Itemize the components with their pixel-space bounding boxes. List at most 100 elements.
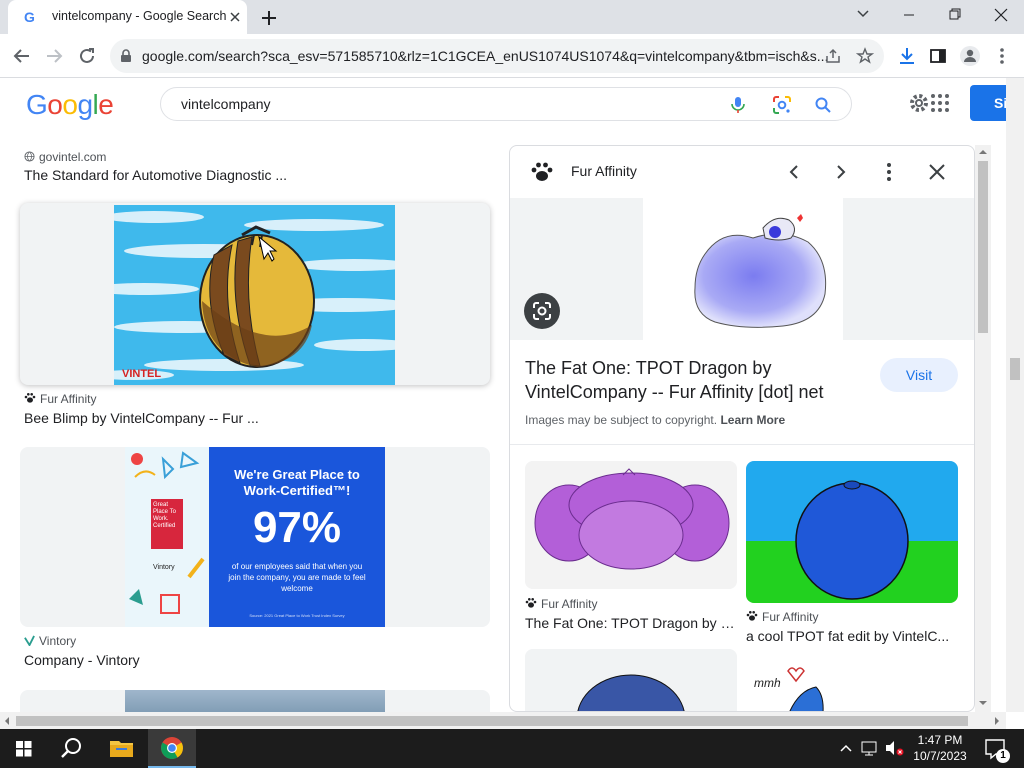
tab-close-icon[interactable] — [227, 9, 243, 25]
google-favicon-icon: G — [22, 9, 38, 25]
address-bar[interactable]: google.com/search?sca_esv=571585710&rlz=… — [110, 39, 884, 73]
panel-scrollbar[interactable] — [975, 145, 991, 712]
notification-center-icon[interactable]: 1 — [980, 729, 1010, 768]
ad-percent: 97% — [252, 503, 342, 552]
system-clock[interactable]: 1:47 PM 10/7/2023 — [908, 732, 972, 764]
ad-body: of our employees said that when you join… — [228, 562, 366, 593]
file-explorer-icon[interactable] — [98, 729, 146, 768]
related-source[interactable]: Fur Affinity — [525, 597, 597, 611]
preview-title[interactable]: The Fat One: TPOT Dragon by VintelCompan… — [525, 356, 865, 404]
side-panel-icon[interactable] — [924, 42, 952, 70]
restore-button[interactable] — [932, 0, 978, 30]
preview-image-strip — [510, 198, 974, 340]
clock-date: 10/7/2023 — [913, 749, 967, 763]
menu-kebab-icon[interactable] — [988, 42, 1016, 70]
related-title[interactable]: The Fat One: TPOT Dragon by V... — [525, 615, 737, 631]
certified-badge: Great Place To Work. Certified — [151, 499, 183, 549]
close-panel-icon[interactable] — [925, 160, 949, 184]
related-image[interactable] — [525, 649, 737, 711]
scroll-up-arrow-icon[interactable] — [978, 149, 988, 155]
related-image[interactable]: mmh — [746, 661, 958, 711]
lock-icon[interactable] — [120, 49, 132, 63]
image-results-column: govintel.com The Standard for Automotive… — [0, 130, 505, 712]
result-source-label: Fur Affinity — [40, 392, 97, 406]
copyright-notice: Images may be subject to copyright. Lear… — [525, 413, 785, 427]
paw-icon — [24, 392, 36, 404]
horizontal-scrollbar-thumb[interactable] — [16, 716, 968, 726]
logo-letter: e — [98, 89, 114, 120]
result-title[interactable]: The Standard for Automotive Diagnostic .… — [24, 167, 287, 183]
profile-icon[interactable] — [956, 42, 984, 70]
visit-button[interactable]: Visit — [880, 358, 958, 392]
start-button[interactable] — [0, 729, 48, 768]
horizontal-scrollbar[interactable] — [0, 712, 1006, 729]
result-thumbnail[interactable]: VINTEL — [20, 203, 490, 385]
search-query[interactable]: vintelcompany — [181, 96, 271, 112]
url-text[interactable]: google.com/search?sca_esv=571585710&rlz=… — [142, 48, 832, 64]
forward-button[interactable] — [40, 42, 68, 70]
result-source[interactable]: Vintory — [24, 634, 76, 648]
panel-header: Fur Affinity — [510, 146, 974, 198]
related-image[interactable] — [746, 461, 958, 603]
tray-chevron-icon[interactable] — [836, 729, 856, 768]
network-icon[interactable] — [858, 729, 882, 768]
result-thumbnail[interactable]: Great Place To Work. Certified Vintory W… — [20, 447, 490, 627]
back-button[interactable] — [8, 42, 36, 70]
search-icon[interactable] — [814, 96, 832, 114]
sky-image[interactable] — [125, 690, 385, 712]
more-options-icon[interactable] — [877, 160, 901, 184]
previous-image-icon[interactable] — [782, 160, 806, 184]
result-source[interactable]: govintel.com — [24, 150, 106, 164]
paw-icon — [525, 598, 537, 608]
scroll-left-arrow-icon[interactable] — [4, 716, 10, 726]
panel-scrollbar-thumb[interactable] — [978, 161, 988, 333]
vintory-image-left: Great Place To Work. Certified Vintory — [125, 447, 209, 627]
globe-icon — [24, 151, 35, 162]
related-image[interactable] — [525, 461, 737, 589]
volume-muted-icon[interactable] — [882, 729, 906, 768]
related-title[interactable]: a cool TPOT fat edit by VintelC... — [746, 628, 958, 644]
minimize-button[interactable] — [886, 0, 932, 30]
google-apps-icon[interactable] — [930, 93, 950, 113]
related-source-label: Fur Affinity — [762, 610, 819, 624]
settings-gear-icon[interactable] — [908, 92, 930, 114]
google-logo[interactable]: Google — [26, 89, 114, 121]
clock-time: 1:47 PM — [917, 733, 963, 747]
close-window-button[interactable] — [978, 0, 1024, 30]
download-icon[interactable] — [893, 42, 921, 70]
vintory-image[interactable]: Great Place To Work. Certified Vintory W… — [125, 447, 385, 627]
tab-search-icon[interactable] — [840, 0, 886, 30]
related-source[interactable]: Fur Affinity — [746, 610, 818, 624]
page-scrollbar[interactable] — [1006, 78, 1024, 712]
browser-tab[interactable]: G vintelcompany - Google Search — [8, 0, 247, 34]
notification-badge: 1 — [996, 749, 1010, 763]
share-icon[interactable] — [824, 47, 842, 65]
main-preview-image[interactable] — [643, 198, 843, 340]
scroll-down-arrow-icon[interactable] — [978, 700, 988, 706]
lens-search-button[interactable] — [524, 293, 560, 329]
next-image-icon[interactable] — [829, 160, 853, 184]
page-scrollbar-thumb[interactable] — [1010, 358, 1020, 380]
result-title[interactable]: Bee Blimp by VintelCompany -- Fur ... — [24, 410, 259, 426]
logo-letter: g — [77, 89, 93, 120]
chrome-taskbar-icon[interactable] — [148, 729, 196, 768]
fur-affinity-paw-icon — [530, 160, 554, 184]
new-tab-button[interactable] — [256, 5, 282, 31]
search-taskbar-icon[interactable] — [48, 729, 96, 768]
learn-more-link[interactable]: Learn More — [720, 413, 785, 427]
paw-icon — [746, 611, 758, 621]
search-input[interactable]: vintelcompany — [160, 87, 852, 121]
reload-button[interactable] — [73, 42, 101, 70]
scroll-right-arrow-icon[interactable] — [994, 716, 1000, 726]
lens-camera-icon[interactable] — [772, 95, 792, 115]
microphone-icon[interactable] — [729, 95, 747, 115]
result-title[interactable]: Company - Vintory — [24, 652, 140, 668]
panel-source[interactable]: Fur Affinity — [571, 163, 637, 179]
vintory-logo-icon — [24, 635, 35, 646]
svg-text:G: G — [24, 9, 35, 25]
result-thumbnail[interactable] — [20, 690, 490, 712]
copyright-text: Images may be subject to copyright. — [525, 413, 718, 427]
result-source[interactable]: Fur Affinity — [24, 392, 96, 406]
bee-blimp-image[interactable]: VINTEL — [114, 205, 395, 385]
bookmark-star-icon[interactable] — [856, 47, 874, 65]
